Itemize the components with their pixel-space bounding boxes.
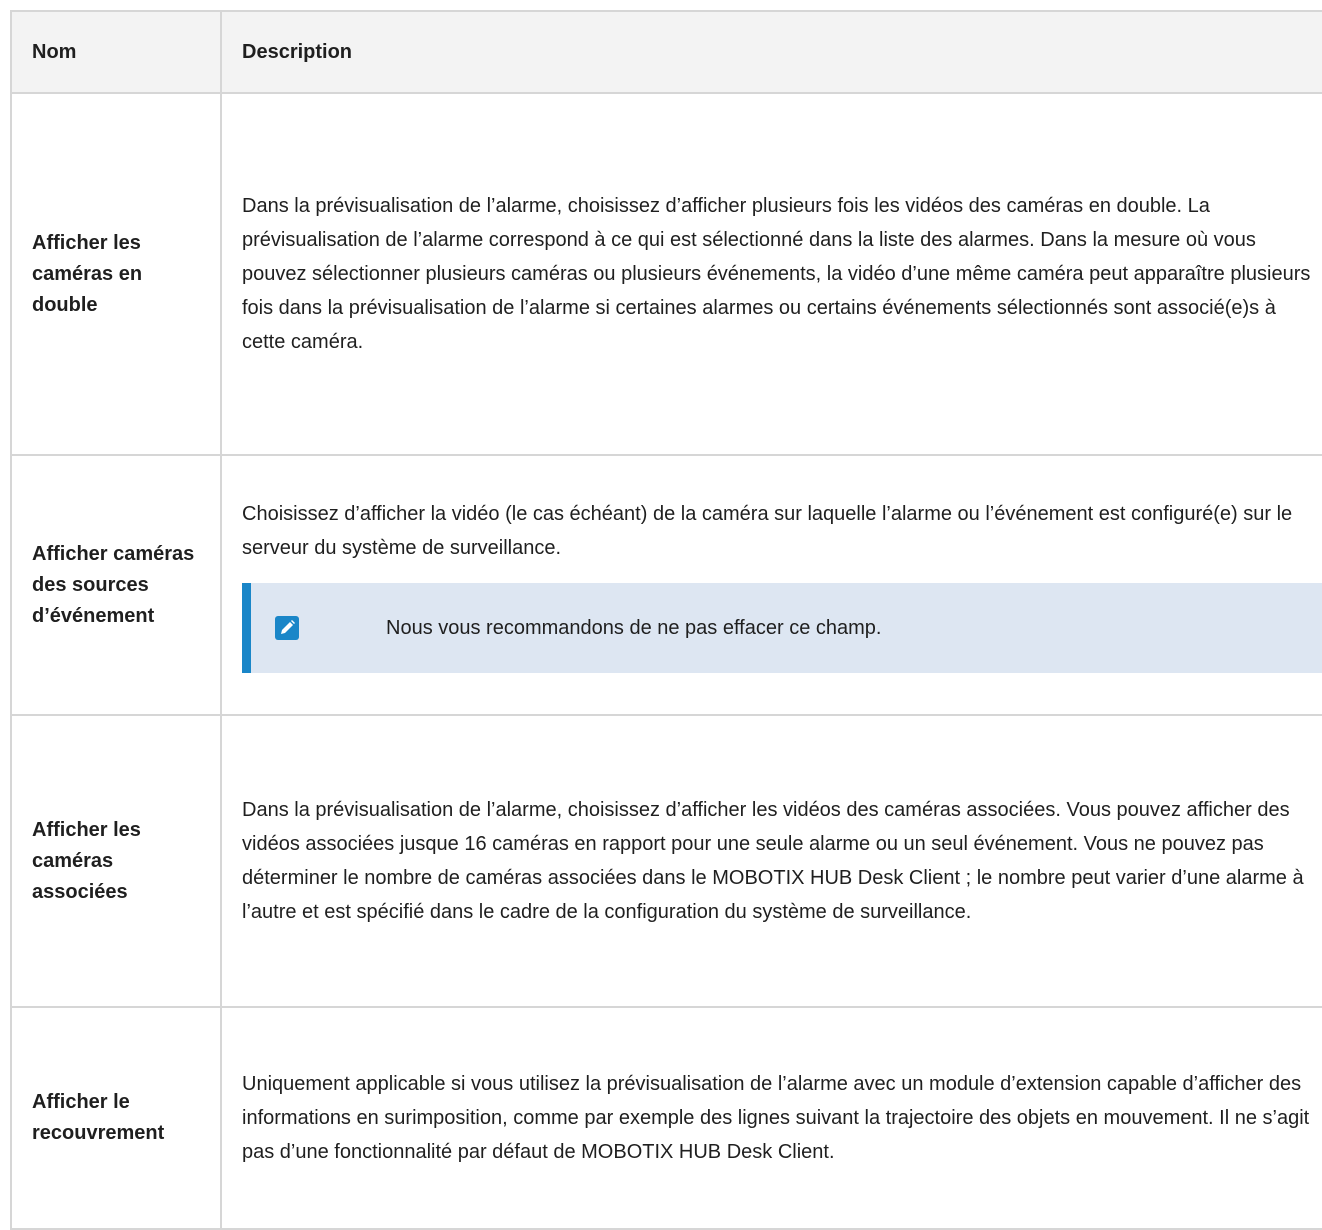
note-text: Nous vous recommandons de ne pas effacer… bbox=[386, 617, 882, 639]
table-row: Afficher le recouvrement Uniquement appl… bbox=[10, 1006, 1322, 1230]
row-description-cell: Dans la prévisualisation de l’alarme, ch… bbox=[220, 92, 1322, 456]
row-description: Dans la prévisualisation de l’alarme, ch… bbox=[242, 799, 1304, 923]
table-header: Nom Description bbox=[10, 10, 1322, 94]
row-description-cell: Choisissez d’afficher la vidéo (le cas é… bbox=[220, 454, 1322, 716]
table-row: Afficher caméras des sources d’événement… bbox=[10, 454, 1322, 716]
header-name: Nom bbox=[10, 10, 222, 94]
row-name: Afficher les caméras associées bbox=[10, 714, 222, 1008]
row-name: Afficher caméras des sources d’événement bbox=[10, 454, 222, 716]
table-row: Afficher les caméras en double Dans la p… bbox=[10, 92, 1322, 456]
header-row: Nom Description bbox=[10, 10, 1322, 94]
pencil-icon bbox=[275, 616, 299, 640]
row-description: Choisissez d’afficher la vidéo (le cas é… bbox=[242, 503, 1293, 559]
table-row: Afficher les caméras associées Dans la p… bbox=[10, 714, 1322, 1008]
row-name: Afficher les caméras en double bbox=[10, 92, 222, 456]
note-box: Nous vous recommandons de ne pas effacer… bbox=[242, 583, 1322, 673]
row-name: Afficher le recouvrement bbox=[10, 1006, 222, 1230]
row-description-cell: Dans la prévisualisation de l’alarme, ch… bbox=[220, 714, 1322, 1008]
row-description: Uniquement applicable si vous utilisez l… bbox=[242, 1073, 1310, 1163]
settings-table: Nom Description Afficher les caméras en … bbox=[10, 10, 1322, 1230]
row-description: Dans la prévisualisation de l’alarme, ch… bbox=[242, 195, 1311, 353]
header-description: Description bbox=[220, 10, 1322, 94]
row-description-cell: Uniquement applicable si vous utilisez l… bbox=[220, 1006, 1322, 1230]
